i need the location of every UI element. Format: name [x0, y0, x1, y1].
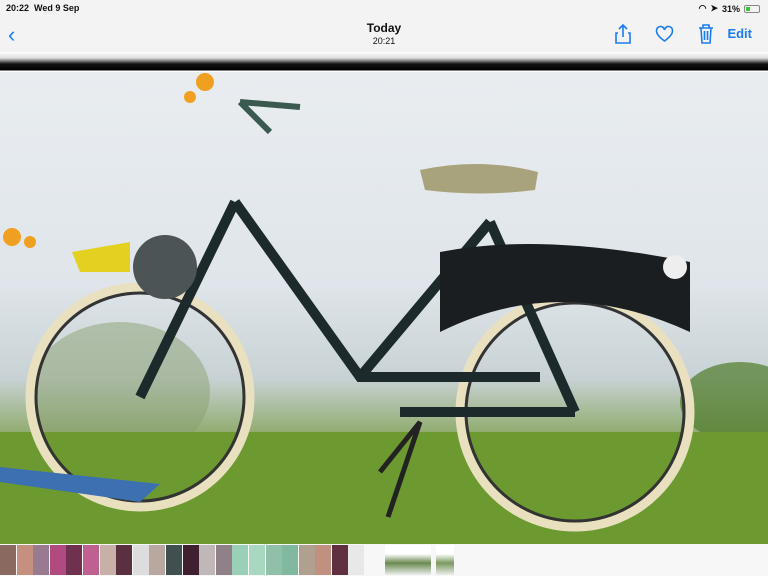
thumbnail[interactable] — [315, 545, 332, 575]
thumbnail[interactable] — [99, 545, 116, 575]
thumbnail[interactable] — [0, 545, 16, 575]
thumbnail[interactable] — [232, 545, 249, 575]
location-icon: ➤ — [710, 3, 718, 13]
wifi-icon: ◠ — [698, 3, 707, 13]
thumbnail[interactable] — [298, 545, 315, 575]
share-icon[interactable] — [614, 23, 632, 45]
thumbnail[interactable] — [66, 545, 83, 575]
photo-title: Today — [366, 21, 402, 35]
divider — [0, 52, 768, 72]
thumbnail[interactable] — [132, 545, 149, 575]
thumbnail[interactable] — [82, 545, 99, 575]
status-time-date: 20:22 Wed 9 Sep — [6, 3, 80, 13]
photo-time: 20:21 — [372, 36, 396, 46]
trash-icon[interactable] — [697, 23, 715, 45]
heart-icon[interactable] — [655, 25, 674, 43]
thumbnail[interactable] — [165, 545, 182, 575]
navigation-bar: ‹ Today 20:21 Edit — [0, 16, 768, 52]
status-bar: 20:22 Wed 9 Sep ◠ ➤ 31% — [0, 0, 768, 16]
thumbnail-selected[interactable] — [385, 545, 432, 575]
thumbnail[interactable] — [199, 545, 216, 575]
thumbnail[interactable] — [331, 545, 348, 575]
battery-icon — [744, 4, 760, 13]
thumbnail[interactable] — [248, 545, 265, 575]
thumbnail-strip[interactable] — [0, 544, 768, 576]
battery-percent: 31% — [721, 3, 740, 14]
thumbnail[interactable] — [348, 545, 365, 575]
thumbnail[interactable] — [116, 545, 133, 575]
edit-button[interactable]: Edit — [727, 26, 752, 41]
thumbnail[interactable] — [49, 545, 66, 575]
thumbnail[interactable] — [215, 545, 232, 575]
bicycle-photo — [0, 73, 768, 544]
thumbnail[interactable] — [265, 545, 282, 575]
thumbnail[interactable] — [33, 545, 50, 575]
thumbnail[interactable] — [149, 545, 166, 575]
thumbnail[interactable] — [16, 545, 33, 575]
thumbnail[interactable] — [282, 545, 299, 575]
thumbnail[interactable] — [435, 545, 454, 575]
thumbnail[interactable] — [182, 545, 199, 575]
photo-viewer[interactable] — [0, 72, 768, 544]
